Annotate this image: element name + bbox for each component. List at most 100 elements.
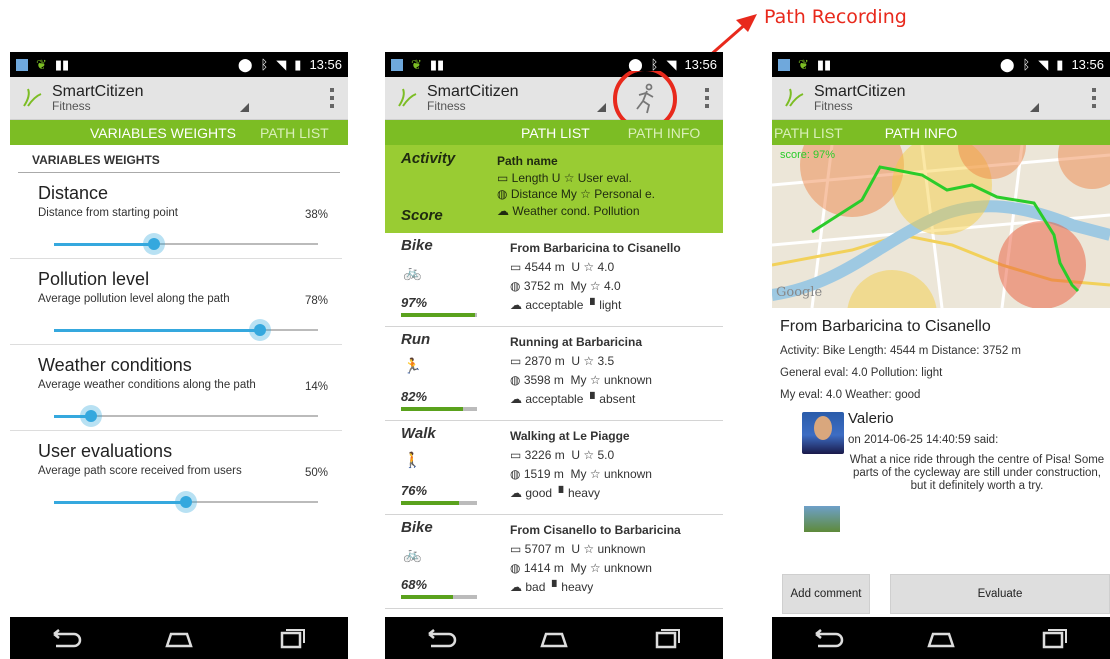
globe-icon: ◍ xyxy=(510,467,524,481)
phone-variables-weights: ❦ ▮▮ ⬤ ᛒ ◥ ▮ 13:56 SmartCitizen Fitness xyxy=(10,52,348,659)
app-spinner[interactable]: SmartCitizen Fitness xyxy=(427,83,519,113)
path-map[interactable]: score: 97% Google xyxy=(772,145,1110,308)
row-user-eval: U ☆ unknown xyxy=(571,542,646,556)
path-row[interactable]: Run 🏃 82% Running at Barbaricina ▭ 2870 … xyxy=(385,327,723,421)
nav-bar xyxy=(772,617,1110,659)
app-subtitle: Fitness xyxy=(427,99,466,113)
overflow-menu-icon[interactable] xyxy=(330,88,334,108)
slider-knob[interactable] xyxy=(175,491,197,513)
row-activity: Bike xyxy=(401,237,433,254)
tab-path-info[interactable]: PATH INFO xyxy=(618,125,711,141)
back-icon[interactable] xyxy=(421,626,461,650)
runner-icon xyxy=(636,83,654,114)
weight-slider[interactable] xyxy=(54,405,318,427)
app-spinner[interactable]: SmartCitizen Fitness xyxy=(814,83,906,113)
overflow-menu-icon[interactable] xyxy=(1092,88,1096,108)
weight-description: Distance from starting point xyxy=(38,207,178,219)
tab-bar: PATH LIST PATH INFO xyxy=(772,120,1110,145)
nav-bar xyxy=(385,617,723,659)
row-weather: good xyxy=(525,486,553,500)
slider-knob[interactable] xyxy=(248,319,271,341)
map-canvas xyxy=(772,145,1110,308)
row-user-eval: U ☆ 4.0 xyxy=(571,260,615,274)
globe-icon: ◍ xyxy=(510,279,524,293)
row-length: 3226 m xyxy=(524,448,565,462)
row-score: 68% xyxy=(401,577,428,592)
comment-date: on 2014-06-25 14:40:59 said: xyxy=(848,434,999,446)
gallery-notification-icon xyxy=(16,58,28,71)
barcode-notification-icon: ▮▮ xyxy=(429,56,445,72)
back-icon[interactable] xyxy=(46,626,86,650)
path-details-line1: Activity: Bike Length: 4544 m Distance: … xyxy=(780,345,1021,357)
leaf-notification-icon: ❦ xyxy=(411,56,422,72)
clock: 13:56 xyxy=(1071,57,1104,72)
tab-path-list[interactable]: PATH LIST xyxy=(250,125,339,141)
run-icon: 🏃 xyxy=(403,358,422,375)
spinner-dropdown-icon[interactable] xyxy=(1030,103,1039,112)
back-icon[interactable] xyxy=(808,626,848,650)
row-distance: 3752 m xyxy=(523,279,564,293)
recent-apps-icon[interactable] xyxy=(647,626,687,650)
path-row[interactable]: Walk 🚶 76% Walking at Le Piagge ▭ 3226 m… xyxy=(385,421,723,515)
weight-slider[interactable] xyxy=(54,233,318,255)
tab-path-list[interactable]: PATH LIST xyxy=(511,125,600,141)
path-title: From Barbaricina to Cisanello xyxy=(780,318,991,335)
chimney-icon: ▘ xyxy=(590,392,600,406)
score-bar xyxy=(401,595,477,599)
path-details-line3: My eval: 4.0 Weather: good xyxy=(780,389,921,401)
clock: 13:56 xyxy=(309,57,342,72)
tab-bar: PATH LIST PATH INFO xyxy=(385,120,723,145)
slider-knob[interactable] xyxy=(79,405,102,427)
add-comment-button[interactable]: Add comment xyxy=(782,574,870,614)
path-row[interactable]: Bike 🚲 68% From Cisanello to Barbaricina… xyxy=(385,515,723,609)
ruler-icon: ▭ xyxy=(510,542,525,556)
map-score-label: score: 97% xyxy=(780,149,836,161)
weight-percent: 78% xyxy=(304,295,328,307)
weight-title: Distance xyxy=(38,183,109,203)
weight-title: User evaluations xyxy=(38,441,173,461)
globe-icon: ◍ xyxy=(510,561,524,575)
ruler-icon: ▭ xyxy=(510,354,525,368)
weight-slider[interactable] xyxy=(54,491,318,513)
tab-path-list[interactable]: PATH LIST xyxy=(772,125,853,141)
overflow-menu-icon[interactable] xyxy=(705,88,709,108)
comment-user: Valerio xyxy=(848,410,894,427)
path-row[interactable]: Bike 🚲 97% From Barbaricina to Cisanello… xyxy=(385,233,723,327)
home-icon[interactable] xyxy=(159,626,199,650)
action-bar: SmartCitizen Fitness xyxy=(772,77,1110,120)
gallery-notification-icon xyxy=(778,58,790,71)
app-spinner[interactable]: SmartCitizen Fitness xyxy=(52,83,144,113)
action-bar: SmartCitizen Fitness xyxy=(385,71,723,127)
tab-path-info[interactable]: PATH INFO xyxy=(875,125,968,141)
ruler-icon: ▭ xyxy=(497,170,512,185)
evaluate-button[interactable]: Evaluate xyxy=(890,574,1110,614)
score-bar xyxy=(401,407,477,411)
home-icon[interactable] xyxy=(921,626,961,650)
comment-photo[interactable] xyxy=(804,506,840,532)
recent-apps-icon[interactable] xyxy=(272,626,312,650)
header-line2: Distance My ☆ Personal e. xyxy=(510,187,655,201)
cloud-icon: ☁ xyxy=(510,298,526,312)
slider-knob[interactable] xyxy=(143,233,166,255)
spinner-dropdown-icon[interactable] xyxy=(240,103,249,112)
row-my-eval: My ☆ unknown xyxy=(570,373,652,387)
bluetooth-icon: ᛒ xyxy=(260,57,269,72)
location-icon: ⬤ xyxy=(999,56,1015,72)
weight-slider[interactable] xyxy=(54,319,318,341)
row-activity: Walk xyxy=(401,425,436,442)
weight-user-evaluations: User evaluations Average path score rece… xyxy=(10,431,342,517)
battery-icon: ▮ xyxy=(294,56,302,72)
row-pollution: heavy xyxy=(567,486,600,500)
path-recording-button[interactable] xyxy=(605,71,685,127)
phone-path-list: ❦ ▮▮ ⬤ ᛒ ◥ 13:56 SmartCitizen Fitness PA… xyxy=(385,52,723,659)
tab-variables-weights[interactable]: VARIABLES WEIGHTS xyxy=(80,125,246,141)
recent-apps-icon[interactable] xyxy=(1034,626,1074,650)
score-bar xyxy=(401,313,477,317)
phone-path-info: ❦ ▮▮ ⬤ ᛒ ◥ ▮ 13:56 SmartCitizen Fitness xyxy=(772,52,1110,659)
cloud-icon: ☁ xyxy=(497,203,513,218)
row-activity: Run xyxy=(401,331,431,348)
cloud-icon: ☁ xyxy=(510,580,526,594)
row-distance: 3598 m xyxy=(523,373,564,387)
barcode-notification-icon: ▮▮ xyxy=(54,56,70,72)
home-icon[interactable] xyxy=(534,626,574,650)
